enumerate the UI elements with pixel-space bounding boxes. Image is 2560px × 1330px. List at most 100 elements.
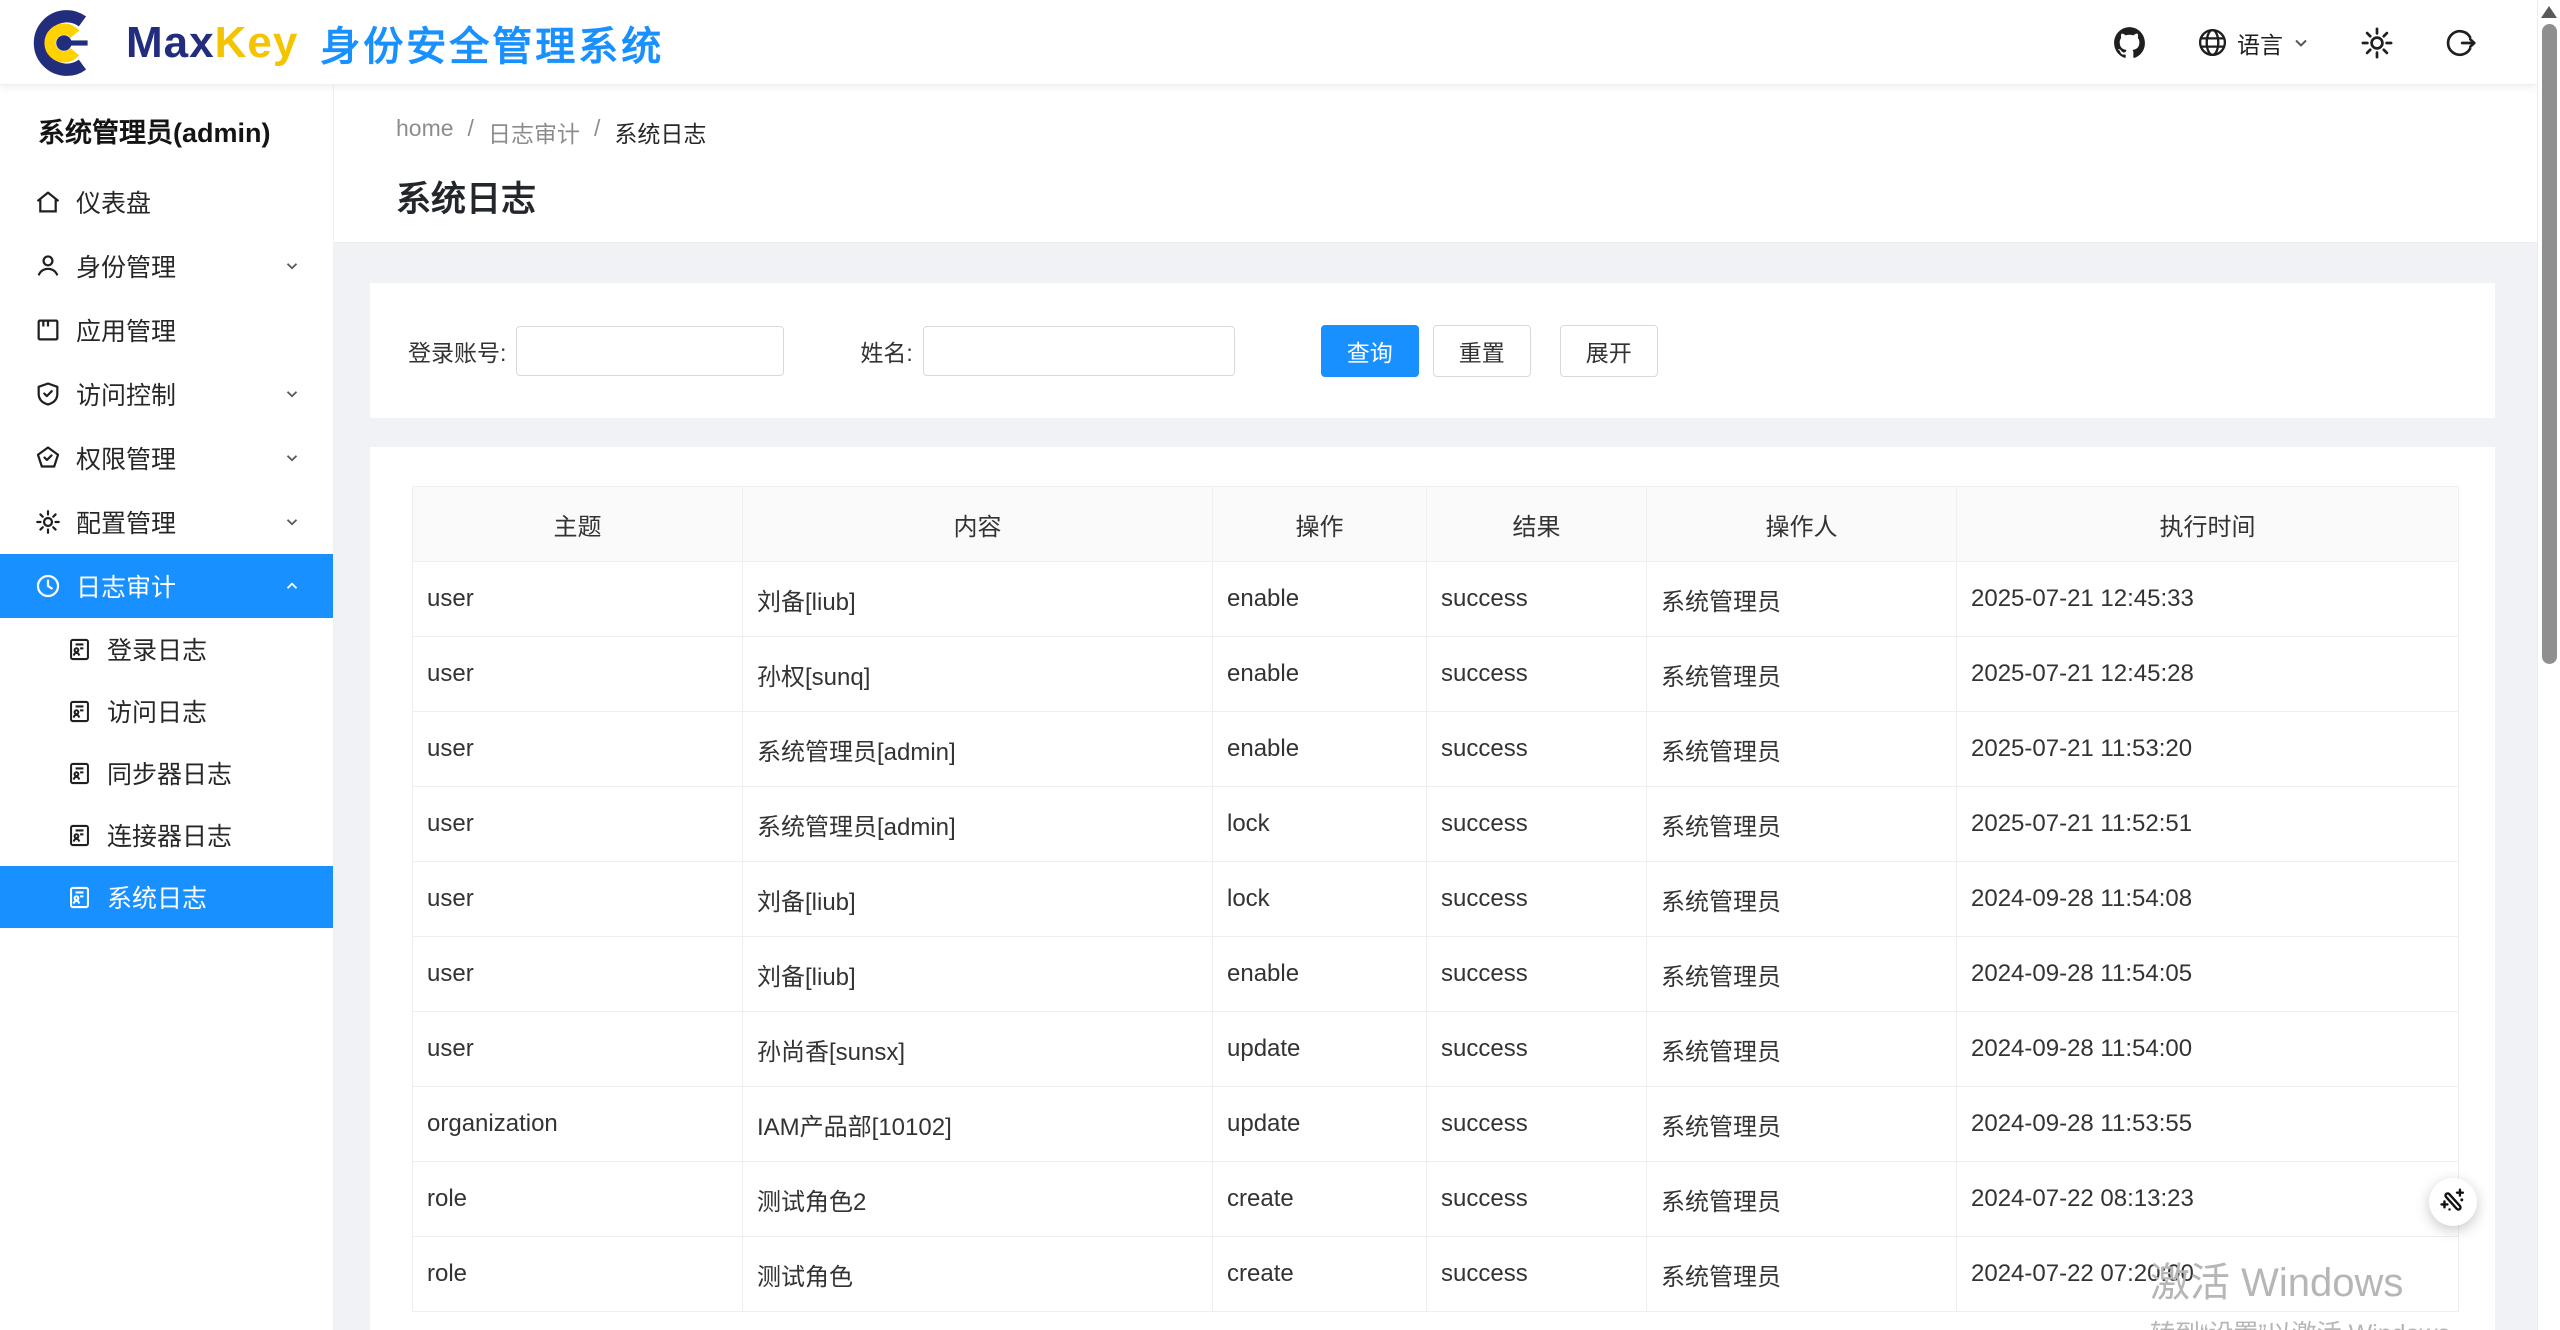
- query-button[interactable]: 查询: [1321, 325, 1419, 377]
- product-title: 身份安全管理系统: [320, 14, 664, 72]
- brand: MaxKey 身份安全管理系统: [126, 0, 664, 85]
- user-icon: [34, 252, 62, 280]
- breadcrumb-item-log-audit[interactable]: 日志审计: [488, 115, 580, 149]
- cell-topic: organization: [413, 1087, 743, 1162]
- github-icon[interactable]: [2111, 24, 2148, 61]
- log-card-icon: [66, 822, 93, 849]
- language-switcher[interactable]: 语言: [2196, 26, 2311, 60]
- cell-content: 孙权[sunq]: [743, 637, 1213, 712]
- sidebar-subitem-synchronizer-log[interactable]: 同步器日志: [0, 742, 333, 804]
- cell-result: success: [1427, 862, 1647, 937]
- cell-topic: user: [413, 637, 743, 712]
- top-header-bar: MaxKey 身份安全管理系统 语言: [0, 0, 2537, 85]
- gear-icon: [34, 508, 62, 536]
- cell-operator: 系统管理员: [1647, 937, 1957, 1012]
- cell-content: 系统管理员[admin]: [743, 712, 1213, 787]
- cell-action: enable: [1213, 562, 1427, 637]
- cell-operator: 系统管理员: [1647, 562, 1957, 637]
- breadcrumb-item-home[interactable]: home: [396, 115, 454, 149]
- cell-topic: role: [413, 1237, 743, 1312]
- cell-action: lock: [1213, 862, 1427, 937]
- table-row: user刘备[liub]locksuccess系统管理员2024-09-28 1…: [413, 862, 2459, 937]
- sidebar-item-log-audit[interactable]: 日志审计: [0, 554, 333, 618]
- cell-exec-time: 2025-07-21 12:45:33: [1957, 562, 2459, 637]
- table-row: user刘备[liub]enablesuccess系统管理员2025-07-21…: [413, 562, 2459, 637]
- cell-result: success: [1427, 1237, 1647, 1312]
- home-icon: [34, 188, 62, 216]
- cell-topic: user: [413, 1012, 743, 1087]
- cell-operator: 系统管理员: [1647, 1087, 1957, 1162]
- column-header-content: 内容: [743, 487, 1213, 562]
- scrollbar-up-arrow-icon[interactable]: [2541, 6, 2557, 18]
- cell-action: create: [1213, 1237, 1427, 1312]
- chevron-up-icon: [283, 577, 301, 595]
- scrollbar-thumb[interactable]: [2542, 24, 2557, 664]
- cell-operator: 系统管理员: [1647, 1012, 1957, 1087]
- maxkey-admin-app: MaxKey 身份安全管理系统 语言: [0, 0, 2560, 1330]
- sidebar-item-label: 仪表盘: [76, 184, 151, 220]
- app-window-icon: [34, 316, 62, 344]
- sidebar-item-dashboard[interactable]: 仪表盘: [0, 170, 333, 234]
- sidebar-subitem-login-log[interactable]: 登录日志: [0, 618, 333, 680]
- cell-operator: 系统管理员: [1647, 1162, 1957, 1237]
- topbar-actions: 语言: [2111, 0, 2477, 85]
- cell-result: success: [1427, 1087, 1647, 1162]
- sidebar-item-access-control[interactable]: 访问控制: [0, 362, 333, 426]
- chevron-down-icon: [283, 385, 301, 403]
- chevron-down-icon: [283, 257, 301, 275]
- gear-icon[interactable]: [2359, 25, 2395, 61]
- shield-check-icon: [34, 380, 62, 408]
- column-header-result: 结果: [1427, 487, 1647, 562]
- expand-button[interactable]: 展开: [1560, 325, 1658, 377]
- sidebar-subitem-label: 连接器日志: [107, 817, 232, 853]
- cell-action: enable: [1213, 937, 1427, 1012]
- reset-button[interactable]: 重置: [1433, 325, 1531, 377]
- sidebar: 系统管理员(admin) 仪表盘 身份管理 应用管理 访问控制 权限管理 配置管: [0, 85, 334, 1330]
- cell-topic: user: [413, 937, 743, 1012]
- log-card-icon: [66, 884, 93, 911]
- search-panel: 登录账号: 姓名: 查询 重置 展开: [370, 283, 2495, 418]
- cell-action: update: [1213, 1087, 1427, 1162]
- cell-exec-time: 2025-07-21 11:52:51: [1957, 787, 2459, 862]
- sidebar-item-configuration[interactable]: 配置管理: [0, 490, 333, 554]
- cell-action: enable: [1213, 637, 1427, 712]
- table-header-row: 主题 内容 操作 结果 操作人 执行时间: [413, 487, 2459, 562]
- logout-icon[interactable]: [2443, 26, 2477, 60]
- cell-exec-time: 2025-07-21 11:53:20: [1957, 712, 2459, 787]
- cell-exec-time: 2024-09-28 11:54:00: [1957, 1012, 2459, 1087]
- cell-operator: 系统管理员: [1647, 637, 1957, 712]
- cell-content: 测试角色: [743, 1237, 1213, 1312]
- name-input[interactable]: [923, 326, 1235, 376]
- cell-topic: user: [413, 787, 743, 862]
- sidebar-item-identity[interactable]: 身份管理: [0, 234, 333, 298]
- sidebar-subitem-system-log[interactable]: 系统日志: [0, 866, 333, 928]
- cell-topic: user: [413, 862, 743, 937]
- sidebar-subitem-access-log[interactable]: 访问日志: [0, 680, 333, 742]
- cell-content: 系统管理员[admin]: [743, 787, 1213, 862]
- cell-topic: user: [413, 562, 743, 637]
- table-row: organizationIAM产品部[10102]updatesuccess系统…: [413, 1087, 2459, 1162]
- sidebar-item-label: 应用管理: [76, 312, 176, 348]
- table-row: user系统管理员[admin]locksuccess系统管理员2025-07-…: [413, 787, 2459, 862]
- cell-exec-time: 2025-07-21 12:45:28: [1957, 637, 2459, 712]
- magic-wand-icon: [2437, 1186, 2469, 1218]
- sidebar-item-applications[interactable]: 应用管理: [0, 298, 333, 362]
- breadcrumb: home / 日志审计 / 系统日志: [396, 85, 2537, 149]
- cell-result: success: [1427, 1162, 1647, 1237]
- cell-result: success: [1427, 937, 1647, 1012]
- clock-icon: [34, 572, 62, 600]
- table-row: user系统管理员[admin]enablesuccess系统管理员2025-0…: [413, 712, 2459, 787]
- column-header-topic: 主题: [413, 487, 743, 562]
- sidebar-item-permissions[interactable]: 权限管理: [0, 426, 333, 490]
- log-card-icon: [66, 760, 93, 787]
- cell-exec-time: 2024-09-28 11:54:08: [1957, 862, 2459, 937]
- vertical-scrollbar[interactable]: [2537, 0, 2560, 1330]
- login-account-input[interactable]: [516, 326, 784, 376]
- sidebar-subitem-label: 访问日志: [107, 693, 207, 729]
- brand-name-secondary: Key: [215, 18, 299, 68]
- sidebar-subitem-label: 登录日志: [107, 631, 207, 667]
- sidebar-subitem-connector-log[interactable]: 连接器日志: [0, 804, 333, 866]
- sidebar-subitem-label: 系统日志: [107, 879, 207, 915]
- magic-wand-button[interactable]: [2429, 1178, 2477, 1226]
- column-header-action: 操作: [1213, 487, 1427, 562]
